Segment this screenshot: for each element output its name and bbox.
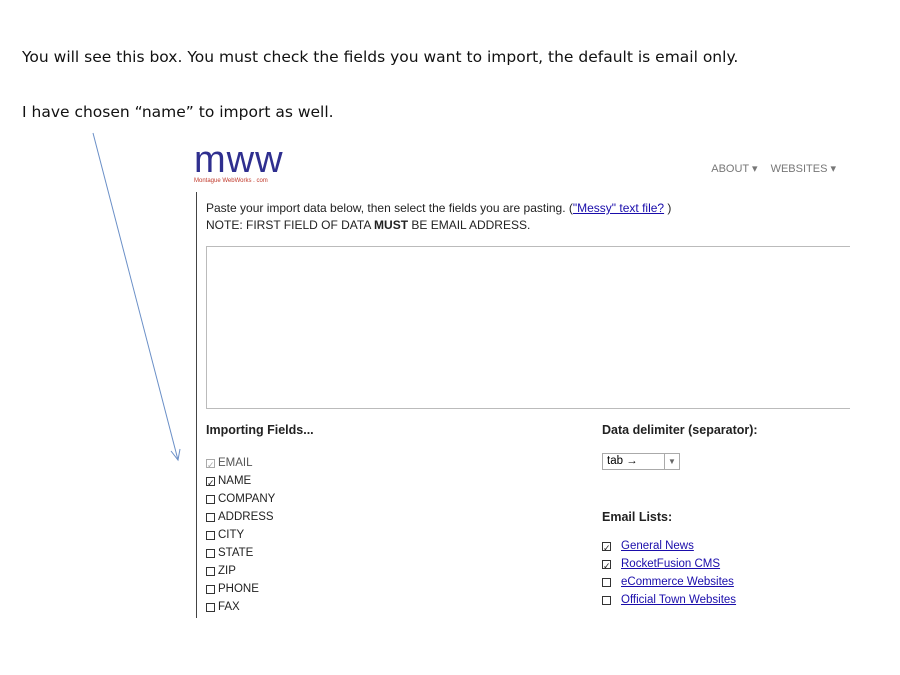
delimiter-select[interactable]: tab → ▼ (602, 453, 680, 470)
logo-mark: mww (194, 140, 284, 181)
field-checkbox-phone[interactable] (206, 584, 215, 594)
field-checkbox-fax[interactable] (206, 602, 215, 612)
email-lists: General NewsRocketFusion CMSeCommerce We… (602, 537, 736, 609)
field-row-city: CITY (206, 526, 275, 544)
importing-fields-list: EMAIL NAME COMPANY ADDRESS CITY STATE ZIP PHONE… (206, 454, 275, 616)
field-checkbox-address[interactable] (206, 512, 215, 522)
email-list-item: Official Town Websites (602, 591, 736, 609)
note-text: NOTE: FIRST FIELD OF DATA (206, 218, 375, 232)
field-row-zip: ZIP (206, 562, 275, 580)
instructions-line: Paste your import data below, then selec… (206, 200, 671, 217)
slide-instruction-line-1: You will see this box. You must check th… (22, 48, 739, 66)
import-data-textarea[interactable] (206, 246, 850, 409)
email-list-checkbox[interactable] (602, 539, 611, 557)
field-row-address: ADDRESS (206, 508, 275, 526)
email-list-link[interactable]: Official Town Websites (621, 591, 736, 609)
field-label: ZIP (218, 565, 236, 577)
email-list-item: RocketFusion CMS (602, 555, 736, 575)
email-list-link[interactable]: RocketFusion CMS (621, 555, 720, 573)
email-note: NOTE: FIRST FIELD OF DATA MUST BE EMAIL … (206, 217, 671, 234)
field-label: CITY (218, 529, 245, 541)
field-label: COMPANY (218, 493, 276, 505)
nav-about-menu[interactable]: ABOUT ▾ (711, 163, 757, 175)
field-checkbox-city[interactable] (206, 530, 215, 540)
field-checkbox-email (206, 456, 215, 474)
import-instructions: Paste your import data below, then selec… (206, 200, 671, 234)
field-label: FAX (218, 601, 240, 613)
field-row-state: STATE (206, 544, 275, 562)
chevron-down-icon[interactable]: ▼ (664, 454, 679, 469)
field-checkbox-state[interactable] (206, 548, 215, 558)
import-screenshot: mww Montague WebWorks . com ABOUT ▾ WEBS… (190, 140, 850, 618)
field-label: STATE (218, 547, 254, 559)
importing-fields-title: Importing Fields... (206, 423, 314, 437)
email-lists-title: Email Lists: (602, 510, 673, 524)
slide-instruction-line-2: I have chosen “name” to import as well. (22, 103, 334, 121)
delimiter-selected-value: tab → (607, 455, 638, 467)
instructions-close-paren: ) (664, 201, 672, 215)
field-checkbox-zip[interactable] (206, 566, 215, 576)
field-row-email: EMAIL (206, 454, 275, 474)
field-row-name: NAME (206, 472, 275, 492)
field-checkbox-name[interactable] (206, 474, 215, 492)
field-checkbox-company[interactable] (206, 494, 215, 504)
email-list-link[interactable]: General News (621, 537, 694, 555)
email-list-checkbox[interactable] (602, 577, 611, 587)
delimiter-title: Data delimiter (separator): (602, 423, 758, 437)
field-label: NAME (218, 475, 252, 487)
instructions-text: Paste your import data below, then selec… (206, 201, 573, 215)
email-list-item: General News (602, 537, 736, 557)
email-list-link[interactable]: eCommerce Websites (621, 573, 734, 591)
note-text-end: BE EMAIL ADDRESS. (408, 218, 531, 232)
email-list-item: eCommerce Websites (602, 573, 736, 591)
field-label: PHONE (218, 583, 259, 595)
field-row-phone: PHONE (206, 580, 275, 598)
email-list-checkbox[interactable] (602, 557, 611, 575)
messy-text-file-link[interactable]: "Messy" text file? (573, 201, 664, 215)
nav-websites-menu[interactable]: WEBSITES ▾ (771, 163, 836, 175)
mww-logo[interactable]: mww Montague WebWorks . com (194, 140, 284, 184)
field-row-fax: FAX (206, 598, 275, 616)
note-emphasis: MUST (374, 218, 409, 232)
field-row-company: COMPANY (206, 490, 275, 508)
field-label: EMAIL (218, 457, 253, 469)
content-left-rule (196, 192, 197, 618)
top-nav: ABOUT ▾ WEBSITES ▾ (701, 162, 836, 175)
email-list-checkbox[interactable] (602, 595, 611, 605)
field-label: ADDRESS (218, 511, 274, 523)
